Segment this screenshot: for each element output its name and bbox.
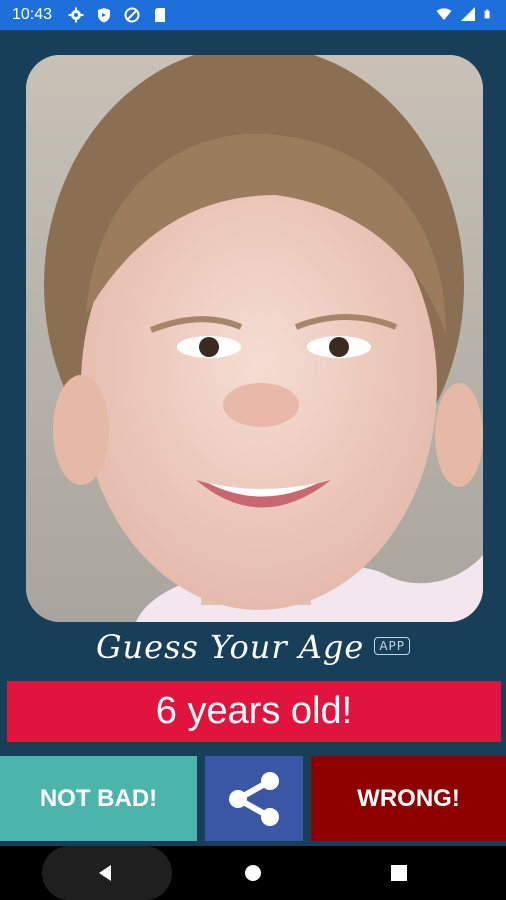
gear-icon: [68, 7, 84, 23]
back-button[interactable]: [80, 846, 130, 900]
back-icon: [99, 865, 111, 881]
portrait-photo: [26, 55, 483, 622]
face-photo: [26, 55, 483, 622]
app-badge: APP: [374, 636, 411, 655]
wifi-icon: [436, 8, 452, 20]
navigation-bar: [0, 846, 506, 900]
age-result: 6 years old!: [7, 681, 501, 742]
share-button[interactable]: [205, 756, 303, 841]
share-icon: [229, 771, 279, 826]
wrong-button[interactable]: WRONG!: [311, 756, 506, 841]
status-bar: 10:43: [0, 0, 506, 30]
shield-icon: [98, 8, 111, 23]
status-icons-left: [68, 7, 168, 23]
sd-card-icon: [155, 8, 166, 22]
status-time: 10:43: [12, 6, 53, 23]
no-signal-icon: [124, 7, 140, 23]
home-icon: [245, 865, 261, 881]
home-button[interactable]: [228, 846, 278, 900]
app-title: Guess Your Age APP: [0, 628, 506, 666]
recents-button[interactable]: [374, 846, 424, 900]
recents-icon: [391, 865, 407, 881]
status-icons-right: [436, 6, 494, 22]
signal-icon: [461, 7, 475, 21]
not-bad-button[interactable]: NOT BAD!: [0, 756, 197, 841]
app-title-text: Guess Your Age: [95, 628, 365, 666]
battery-icon: [484, 9, 490, 19]
